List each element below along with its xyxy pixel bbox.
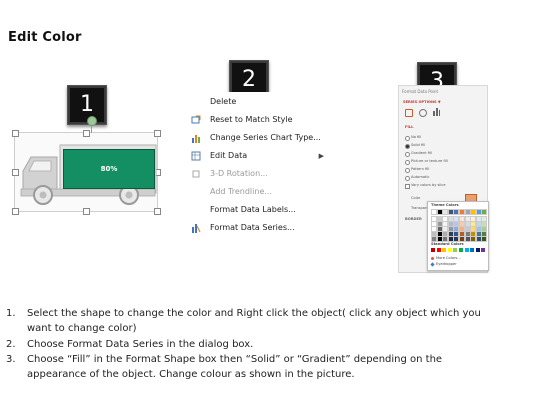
- menu-item-reset-style[interactable]: Reset to Match Style: [186, 113, 326, 127]
- fill-line-icon[interactable]: [405, 109, 413, 117]
- color-swatch[interactable]: [481, 236, 488, 242]
- edit-data-icon: [191, 151, 201, 161]
- color-picker-popup: Theme Colors Standard Colors More Colors…: [427, 201, 489, 271]
- more-colors-item[interactable]: More Colors...: [436, 256, 461, 260]
- standard-color-swatch[interactable]: [447, 248, 452, 252]
- menu-item-format-data-series[interactable]: Format Data Series...: [186, 221, 326, 235]
- fill-option-label: Automatic: [411, 175, 430, 179]
- selected-bar[interactable]: 80%: [63, 149, 155, 189]
- standard-color-swatch[interactable]: [431, 248, 435, 252]
- radio-gradient-fill[interactable]: [405, 152, 410, 157]
- effects-icon[interactable]: [419, 109, 427, 117]
- eyedropper-item[interactable]: Eyedropper: [436, 262, 457, 266]
- rotation-icon: [191, 169, 201, 179]
- menu-item-change-chart-type[interactable]: Change Series Chart Type...: [186, 131, 326, 145]
- standard-color-swatch[interactable]: [442, 248, 447, 252]
- standard-color-swatch[interactable]: [481, 248, 486, 252]
- fill-option-label: No fill: [411, 135, 422, 139]
- standard-color-swatch[interactable]: [436, 248, 441, 252]
- context-menu: Delete Reset to Match Style Change Serie…: [186, 92, 326, 242]
- border-section-header[interactable]: BORDER: [405, 217, 422, 221]
- menu-item-3d-rotation[interactable]: 3-D Rotation...: [186, 167, 326, 181]
- series-options-tab[interactable]: SERIES OPTIONS ▼: [403, 100, 441, 104]
- standard-color-swatch[interactable]: [470, 248, 475, 252]
- format-pane-title: Format Data Point: [402, 89, 439, 94]
- radio-pattern-fill[interactable]: [405, 168, 410, 173]
- truck-shape-selection[interactable]: 80%: [12, 116, 161, 215]
- fill-option-label: Solid fill: [411, 143, 426, 147]
- bar-chart-icon: [191, 133, 201, 143]
- menu-item-format-data-labels[interactable]: Format Data Labels...: [186, 203, 326, 217]
- more-colors-icon: [431, 257, 434, 260]
- standard-colors-title: Standard Colors: [431, 242, 464, 246]
- format-series-icon: [191, 223, 201, 233]
- page-title: Edit Color: [8, 30, 82, 45]
- fill-option-label: Picture or texture fill: [411, 159, 448, 163]
- reset-style-icon: [191, 115, 201, 125]
- theme-colors-title: Theme Colors: [431, 203, 459, 207]
- radio-no-fill[interactable]: [405, 136, 410, 141]
- fill-option-label: Gradient fill: [411, 151, 433, 155]
- radio-picture-fill[interactable]: [405, 160, 410, 165]
- series-options-icon[interactable]: [433, 108, 440, 116]
- radio-solid-fill[interactable]: [405, 144, 410, 149]
- vary-colors-label: Vary colors by slice: [411, 183, 446, 187]
- menu-item-edit-data[interactable]: Edit Data ▶: [186, 149, 326, 163]
- eyedropper-icon: [430, 262, 435, 267]
- standard-color-swatch[interactable]: [459, 248, 463, 252]
- menu-item-delete[interactable]: Delete: [186, 95, 326, 109]
- fill-section-header[interactable]: FILL: [405, 125, 413, 129]
- color-label: Color: [411, 196, 421, 200]
- fill-option-label: Pattern fill: [411, 167, 430, 171]
- radio-automatic[interactable]: [405, 176, 410, 181]
- menu-item-add-trendline[interactable]: Add Trendline...: [186, 185, 326, 199]
- standard-color-swatch[interactable]: [464, 248, 469, 252]
- submenu-arrow-icon: ▶: [318, 152, 324, 160]
- standard-color-swatch[interactable]: [475, 248, 480, 252]
- vary-colors-checkbox[interactable]: [405, 184, 410, 189]
- standard-color-swatch[interactable]: [453, 248, 458, 252]
- rotation-handle[interactable]: [87, 116, 97, 126]
- color-swatch[interactable]: [481, 209, 488, 215]
